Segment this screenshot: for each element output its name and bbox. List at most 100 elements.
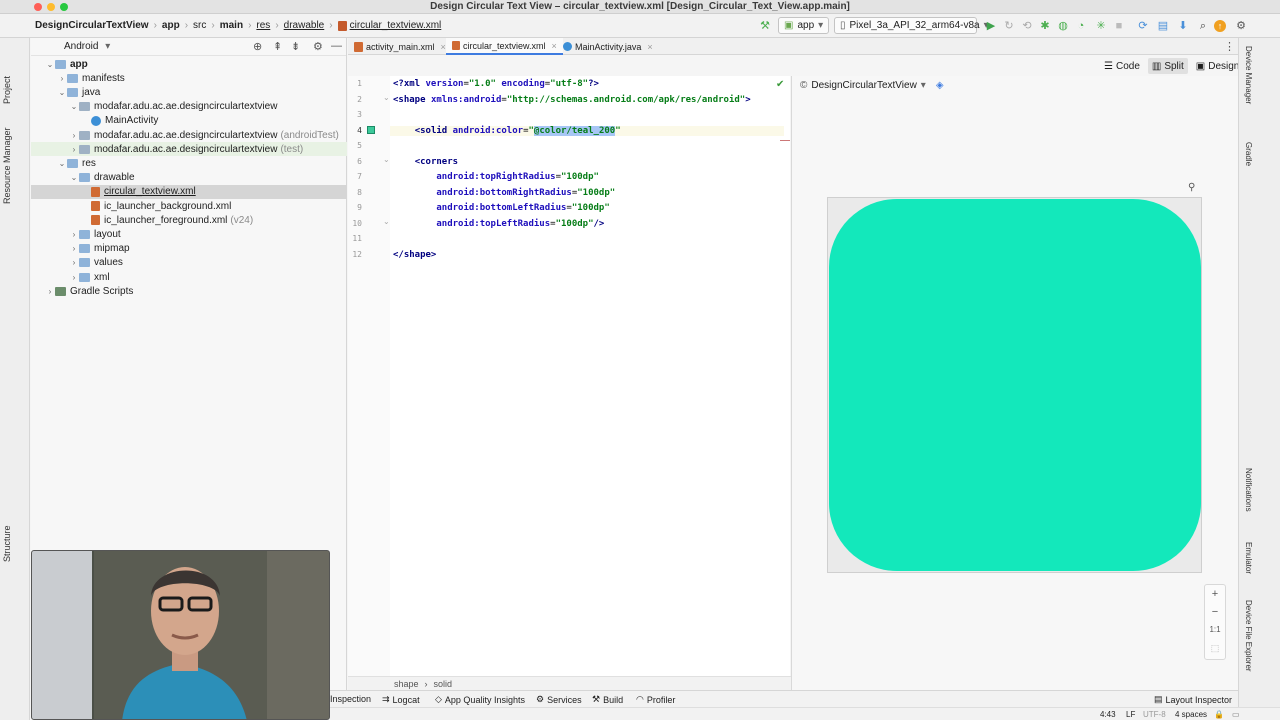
structure-tool-tab[interactable]: Structure bbox=[2, 525, 12, 562]
tree-item[interactable]: ⌄ drawable bbox=[31, 171, 347, 185]
run-icon[interactable]: ▶ bbox=[984, 19, 998, 33]
build-tool-button[interactable]: ⚒ Build bbox=[592, 694, 623, 705]
collapsed-arrow-icon[interactable]: › bbox=[69, 145, 79, 154]
pin-icon[interactable]: ⚲ bbox=[1188, 182, 1195, 193]
expanded-arrow-icon[interactable]: ⌄ bbox=[45, 60, 55, 69]
code-line[interactable]: android:bottomRightRadius="100dp" bbox=[393, 188, 615, 198]
line-number[interactable]: 7 bbox=[348, 172, 362, 181]
coverage-icon[interactable]: ◍ bbox=[1056, 19, 1070, 33]
fold-marker-icon[interactable]: ⌄ bbox=[383, 217, 390, 226]
services-tool-button[interactable]: ⚙ Services bbox=[536, 694, 582, 705]
line-number[interactable]: 8 bbox=[348, 188, 362, 197]
app-quality-insights-tool-button[interactable]: ◇ App Quality Insights bbox=[435, 694, 525, 705]
expanded-arrow-icon[interactable]: ⌄ bbox=[57, 88, 67, 97]
collapsed-arrow-icon[interactable]: › bbox=[69, 131, 79, 140]
collapsed-arrow-icon[interactable]: › bbox=[69, 258, 79, 267]
code-line[interactable]: <shape xmlns:android="http://schemas.and… bbox=[393, 95, 751, 105]
locate-icon[interactable]: ⊕ bbox=[253, 40, 262, 53]
zoom-out-button[interactable]: − bbox=[1212, 603, 1218, 621]
code-mode-button[interactable]: ☰ Code bbox=[1100, 58, 1144, 74]
tree-item[interactable]: › values bbox=[31, 256, 347, 270]
tab-circular-textview[interactable]: circular_textview.xml × bbox=[446, 38, 563, 55]
tree-item[interactable]: › Gradle Scripts bbox=[31, 284, 347, 298]
line-separator[interactable]: LF bbox=[1126, 710, 1135, 719]
logcat-tool-button[interactable]: ⇉ Logcat bbox=[382, 694, 420, 705]
breadcrumb-src[interactable]: src bbox=[193, 20, 206, 31]
profiler-tool-button[interactable]: ◠ Profiler bbox=[636, 694, 675, 705]
collapsed-arrow-icon[interactable]: › bbox=[57, 74, 67, 83]
rerun-icon[interactable]: ↻ bbox=[1002, 19, 1016, 33]
code-line[interactable]: </shape> bbox=[393, 250, 436, 260]
line-number[interactable]: 11 bbox=[348, 234, 362, 243]
breadcrumb-res[interactable]: res bbox=[256, 20, 270, 31]
tree-item[interactable]: › manifests bbox=[31, 71, 347, 85]
sdk-manager-icon[interactable]: ⬇ bbox=[1176, 19, 1190, 33]
zoom-in-button[interactable]: + bbox=[1212, 585, 1218, 603]
settings-icon[interactable]: ⚙ bbox=[1234, 19, 1248, 33]
collapsed-arrow-icon[interactable]: › bbox=[69, 244, 79, 253]
project-tool-tab[interactable]: Project bbox=[2, 76, 12, 104]
line-number[interactable]: 5 bbox=[348, 141, 362, 150]
color-swatch-icon[interactable] bbox=[367, 126, 375, 134]
zoom-fit-button[interactable]: ⬚ bbox=[1211, 639, 1220, 657]
expanded-arrow-icon[interactable]: ⌄ bbox=[69, 102, 79, 111]
device-dropdown[interactable]: ▯ Pixel_3a_API_32_arm64-v8a ▾ bbox=[834, 17, 989, 34]
tree-item[interactable]: ⌄ res bbox=[31, 156, 347, 170]
breadcrumb-shape[interactable]: shape bbox=[394, 679, 419, 689]
code-line[interactable]: android:topLeftRadius="100dp"/> bbox=[393, 219, 604, 229]
hide-panel-icon[interactable]: — bbox=[331, 40, 342, 52]
gradle-tool-tab[interactable]: Gradle bbox=[1244, 142, 1253, 166]
file-encoding[interactable]: UTF-8 bbox=[1143, 710, 1166, 719]
collapse-all-icon[interactable]: ⇞ bbox=[273, 40, 282, 53]
collapsed-arrow-icon[interactable]: › bbox=[45, 287, 55, 296]
tree-item[interactable]: MainActivity bbox=[31, 114, 347, 128]
close-tab-icon[interactable]: × bbox=[552, 41, 557, 51]
line-number[interactable]: 1 bbox=[348, 79, 362, 88]
collapsed-arrow-icon[interactable]: › bbox=[69, 273, 79, 282]
apply-changes-icon[interactable]: ⟲ bbox=[1020, 19, 1034, 33]
line-number[interactable]: 9 bbox=[348, 203, 362, 212]
tab-activity-main[interactable]: activity_main.xml × bbox=[348, 38, 452, 55]
tab-main-activity[interactable]: MainActivity.java × bbox=[557, 38, 659, 55]
layout-inspector-tool-button[interactable]: ▤ Layout Inspector bbox=[1154, 694, 1232, 705]
attach-debugger-icon[interactable]: ✳ bbox=[1094, 19, 1108, 33]
emulator-tool-tab[interactable]: Emulator bbox=[1244, 542, 1253, 574]
tree-item[interactable]: ⌄ java bbox=[31, 85, 347, 99]
memory-indicator-icon[interactable]: ▭ bbox=[1232, 710, 1240, 719]
fold-marker-icon[interactable]: ⌄ bbox=[383, 155, 390, 164]
line-number[interactable]: 3 bbox=[348, 110, 362, 119]
expanded-arrow-icon[interactable]: ⌄ bbox=[57, 159, 67, 168]
profile-icon[interactable]: ◔ bbox=[1074, 19, 1088, 33]
lock-icon[interactable]: 🔒 bbox=[1214, 710, 1224, 719]
expanded-arrow-icon[interactable]: ⌄ bbox=[69, 173, 79, 182]
caret-position[interactable]: 4:43 bbox=[1100, 710, 1116, 719]
code-line[interactable]: <solid android:color="@color/teal_200" bbox=[390, 125, 784, 136]
line-number[interactable]: 4 bbox=[348, 126, 362, 135]
breadcrumb-module[interactable]: app bbox=[162, 20, 180, 31]
stop-icon[interactable]: ■ bbox=[1112, 19, 1126, 33]
line-number[interactable]: 6 bbox=[348, 157, 362, 166]
tree-item[interactable]: circular_textview.xml bbox=[31, 184, 347, 199]
search-icon[interactable]: ⌕ bbox=[1196, 19, 1210, 33]
update-notification-icon[interactable]: ↑ bbox=[1214, 20, 1226, 32]
device-manager-tool-tab[interactable]: Device Manager bbox=[1244, 46, 1253, 104]
view-mode-dropdown[interactable]: Android ▾ bbox=[64, 41, 110, 52]
indent-setting[interactable]: 4 spaces bbox=[1175, 710, 1207, 719]
line-number[interactable]: 10 bbox=[348, 219, 362, 228]
device-file-explorer-tool-tab[interactable]: Device File Explorer bbox=[1244, 600, 1253, 672]
layers-icon[interactable]: ◈ bbox=[936, 80, 944, 91]
debug-icon[interactable]: ✱ bbox=[1038, 19, 1052, 33]
code-line[interactable]: <?xml version="1.0" encoding="utf-8"?> bbox=[393, 79, 599, 89]
tree-item[interactable]: ic_launcher_background.xml bbox=[31, 199, 347, 213]
line-number[interactable]: 2 bbox=[348, 95, 362, 104]
design-mode-button[interactable]: ▣ Design bbox=[1192, 58, 1244, 74]
code-line[interactable]: <corners bbox=[393, 157, 458, 167]
expand-all-icon[interactable]: ⇟ bbox=[291, 40, 300, 53]
tree-item[interactable]: › xml bbox=[31, 270, 347, 284]
zoom-actual-size-button[interactable]: 1:1 bbox=[1209, 621, 1220, 639]
run-config-dropdown[interactable]: ▣ app ▾ bbox=[778, 17, 829, 34]
tree-item[interactable]: › mipmap bbox=[31, 242, 347, 256]
breadcrumb-main[interactable]: main bbox=[220, 20, 243, 31]
hammer-icon[interactable]: ⚒ bbox=[758, 19, 772, 33]
breadcrumb-solid[interactable]: solid bbox=[434, 679, 453, 689]
